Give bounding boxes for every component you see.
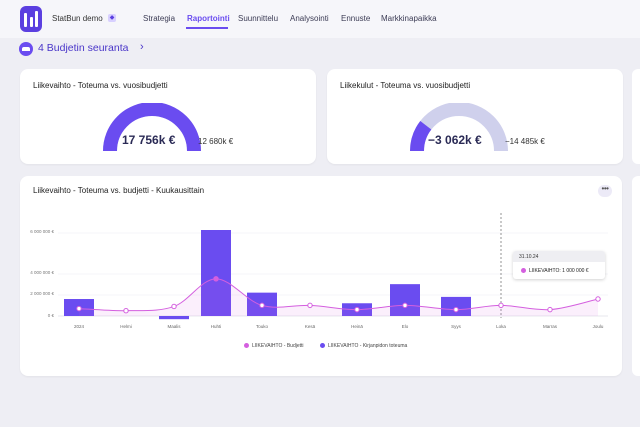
x-tick-label: Syys [451,324,461,329]
actual-bar [159,316,189,320]
x-tick-label: Elo [401,324,409,329]
budget-point [123,307,129,314]
legend-actual-dot[interactable] [320,343,325,348]
legend-budget-dot[interactable] [244,343,249,348]
x-tick-label: Huhti [210,324,222,329]
x-tick-label: Kesä [304,324,316,329]
x-tick-label: 2024 [73,324,84,329]
x-tick-label: Joulu [592,324,604,329]
chart-tooltip: 31.10.24 LIIKEVAIHTO: 1 000 000 € [513,251,605,279]
legend-actual-label[interactable]: LIIKEVAIHTO - Kirjanpidon toteuma [328,343,407,349]
budget-point [547,306,553,313]
budget-point [595,296,601,302]
monthly-chart-plot [58,213,608,320]
tooltip-date: 31.10.24 [513,251,605,262]
budget-point [259,302,265,309]
tooltip-series-dot [521,268,526,273]
legend-budget-label[interactable]: LIIKEVAIHTO - Budjetti [252,343,304,349]
budget-point [498,302,504,309]
x-tick-label: Marras [542,324,557,329]
x-tick-label: Loka [496,324,506,329]
x-tick-label: Heinä [351,324,363,329]
tooltip-value: LIIKEVAIHTO: 1 000 000 € [529,268,589,274]
budget-point [76,305,82,312]
budget-point [402,302,408,309]
budget-point-highlight [213,276,219,282]
budget-point [171,303,177,310]
x-tick-label: Touko [255,324,268,329]
x-tick-label: Helmi [120,324,132,329]
x-tick-label: Maalis [167,324,181,329]
budget-point [453,306,459,313]
budget-point [354,306,360,313]
budget-point [307,302,313,309]
